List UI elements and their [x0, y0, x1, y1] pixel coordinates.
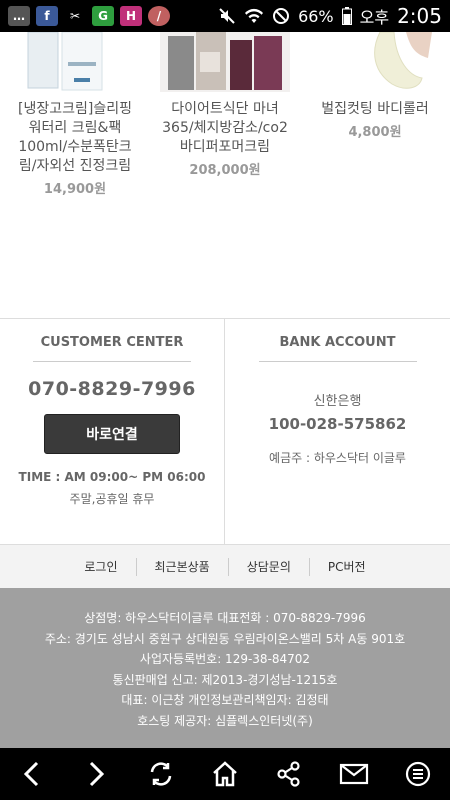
wifi-icon	[245, 8, 264, 23]
product-price: 14,900원	[43, 182, 107, 197]
bank-name: 신한은행	[313, 394, 362, 409]
browser-toolbar	[0, 748, 450, 800]
product-item[interactable]: [냉장고크림]슬리핑 워터리 크림&팩 100ml/수분폭탄크림/자외선 진정크…	[0, 32, 150, 318]
share-icon[interactable]	[269, 754, 309, 794]
company-line: 대표: 이근창 개인정보관리책임자: 김정태	[121, 693, 329, 707]
divider	[258, 361, 417, 362]
product-list: [냉장고크림]슬리핑 워터리 크림&팩 100ml/수분폭탄크림/자외선 진정크…	[0, 32, 450, 318]
bank-account: BANK ACCOUNT 신한은행 100-028-575862 예금주 : 하…	[225, 319, 450, 544]
product-item[interactable]: 다이어트식단 마녀365/체지방감소/co2바디퍼포머크림 208,000원	[150, 32, 300, 318]
battery-icon	[341, 7, 352, 25]
footer-nav: 로그인 최근본상품 상담문의 PC버전	[0, 544, 450, 588]
battery-percent: 66%	[298, 6, 334, 26]
status-bar: … f ✂ G H / 66% 오후 2:05	[0, 0, 450, 32]
customer-center-heading: CUSTOMER CENTER	[40, 335, 184, 350]
business-hours: TIME : AM 09:00~ PM 06:00	[18, 470, 206, 484]
refresh-icon[interactable]	[141, 754, 181, 794]
g-app-icon: G	[92, 6, 114, 26]
company-line: 호스팅 제공자: 심플렉스인터넷(주)	[137, 713, 313, 728]
customer-phone: 070-8829-7996	[28, 378, 196, 400]
product-name[interactable]: 다이어트식단 마녀365/체지방감소/co2바디퍼포머크림	[162, 100, 288, 157]
company-line: 주소: 경기도 성남시 중원구 상대원동 우림라이온스밸리 5차 A동 901호	[44, 631, 406, 646]
product-name[interactable]: [냉장고크림]슬리핑 워터리 크림&팩 100ml/수분폭탄크림/자외선 진정크…	[12, 100, 138, 176]
company-line: 사업자등록번호: 129-38-84702	[139, 652, 311, 666]
circle-app-icon: /	[148, 6, 170, 26]
product-item[interactable]: 벌집컷팅 바디롤러 4,800원	[300, 32, 450, 318]
block-icon	[273, 8, 290, 24]
account-holder: 예금주 : 하우스닥터 이글루	[269, 451, 406, 465]
account-number: 100-028-575862	[268, 415, 407, 433]
holiday-notice: 주말,공휴일 휴무	[69, 492, 155, 506]
call-button[interactable]: 바로연결	[44, 414, 180, 454]
bank-account-heading: BANK ACCOUNT	[279, 335, 396, 350]
h-app-icon: H	[120, 6, 142, 26]
recent-products-link[interactable]: 최근본상품	[137, 558, 228, 575]
mail-icon[interactable]	[334, 754, 374, 794]
scissors-icon: ✂	[64, 6, 86, 26]
product-price: 4,800원	[348, 125, 402, 140]
home-icon[interactable]	[205, 754, 245, 794]
ampm: 오후	[359, 8, 390, 27]
pc-version-link[interactable]: PC버전	[310, 558, 384, 575]
info-section: CUSTOMER CENTER 070-8829-7996 바로연결 TIME …	[0, 318, 450, 544]
facebook-icon: f	[36, 6, 58, 26]
divider	[33, 361, 191, 362]
login-link[interactable]: 로그인	[66, 558, 135, 575]
consultation-link[interactable]: 상담문의	[229, 558, 309, 575]
product-image[interactable]	[310, 32, 440, 92]
product-image[interactable]	[160, 32, 290, 92]
company-info: 상점명: 하우스닥터이글루 대표전화 : 070-8829-7996 주소: 경…	[0, 588, 450, 748]
menu-icon[interactable]	[398, 754, 438, 794]
mute-icon	[219, 8, 235, 24]
company-line: 상점명: 하우스닥터이글루 대표전화 : 070-8829-7996	[84, 611, 366, 625]
message-icon: …	[8, 6, 30, 26]
back-icon[interactable]	[12, 754, 52, 794]
product-image[interactable]	[10, 32, 140, 92]
forward-icon[interactable]	[76, 754, 116, 794]
product-price: 208,000원	[189, 163, 261, 178]
product-name[interactable]: 벌집컷팅 바디롤러	[312, 100, 438, 119]
customer-center: CUSTOMER CENTER 070-8829-7996 바로연결 TIME …	[0, 319, 225, 544]
company-line: 통신판매업 신고: 제2013-경기성남-1215호	[112, 672, 338, 687]
clock: 2:05	[397, 4, 442, 28]
notification-icons: … f ✂ G H /	[8, 6, 170, 26]
